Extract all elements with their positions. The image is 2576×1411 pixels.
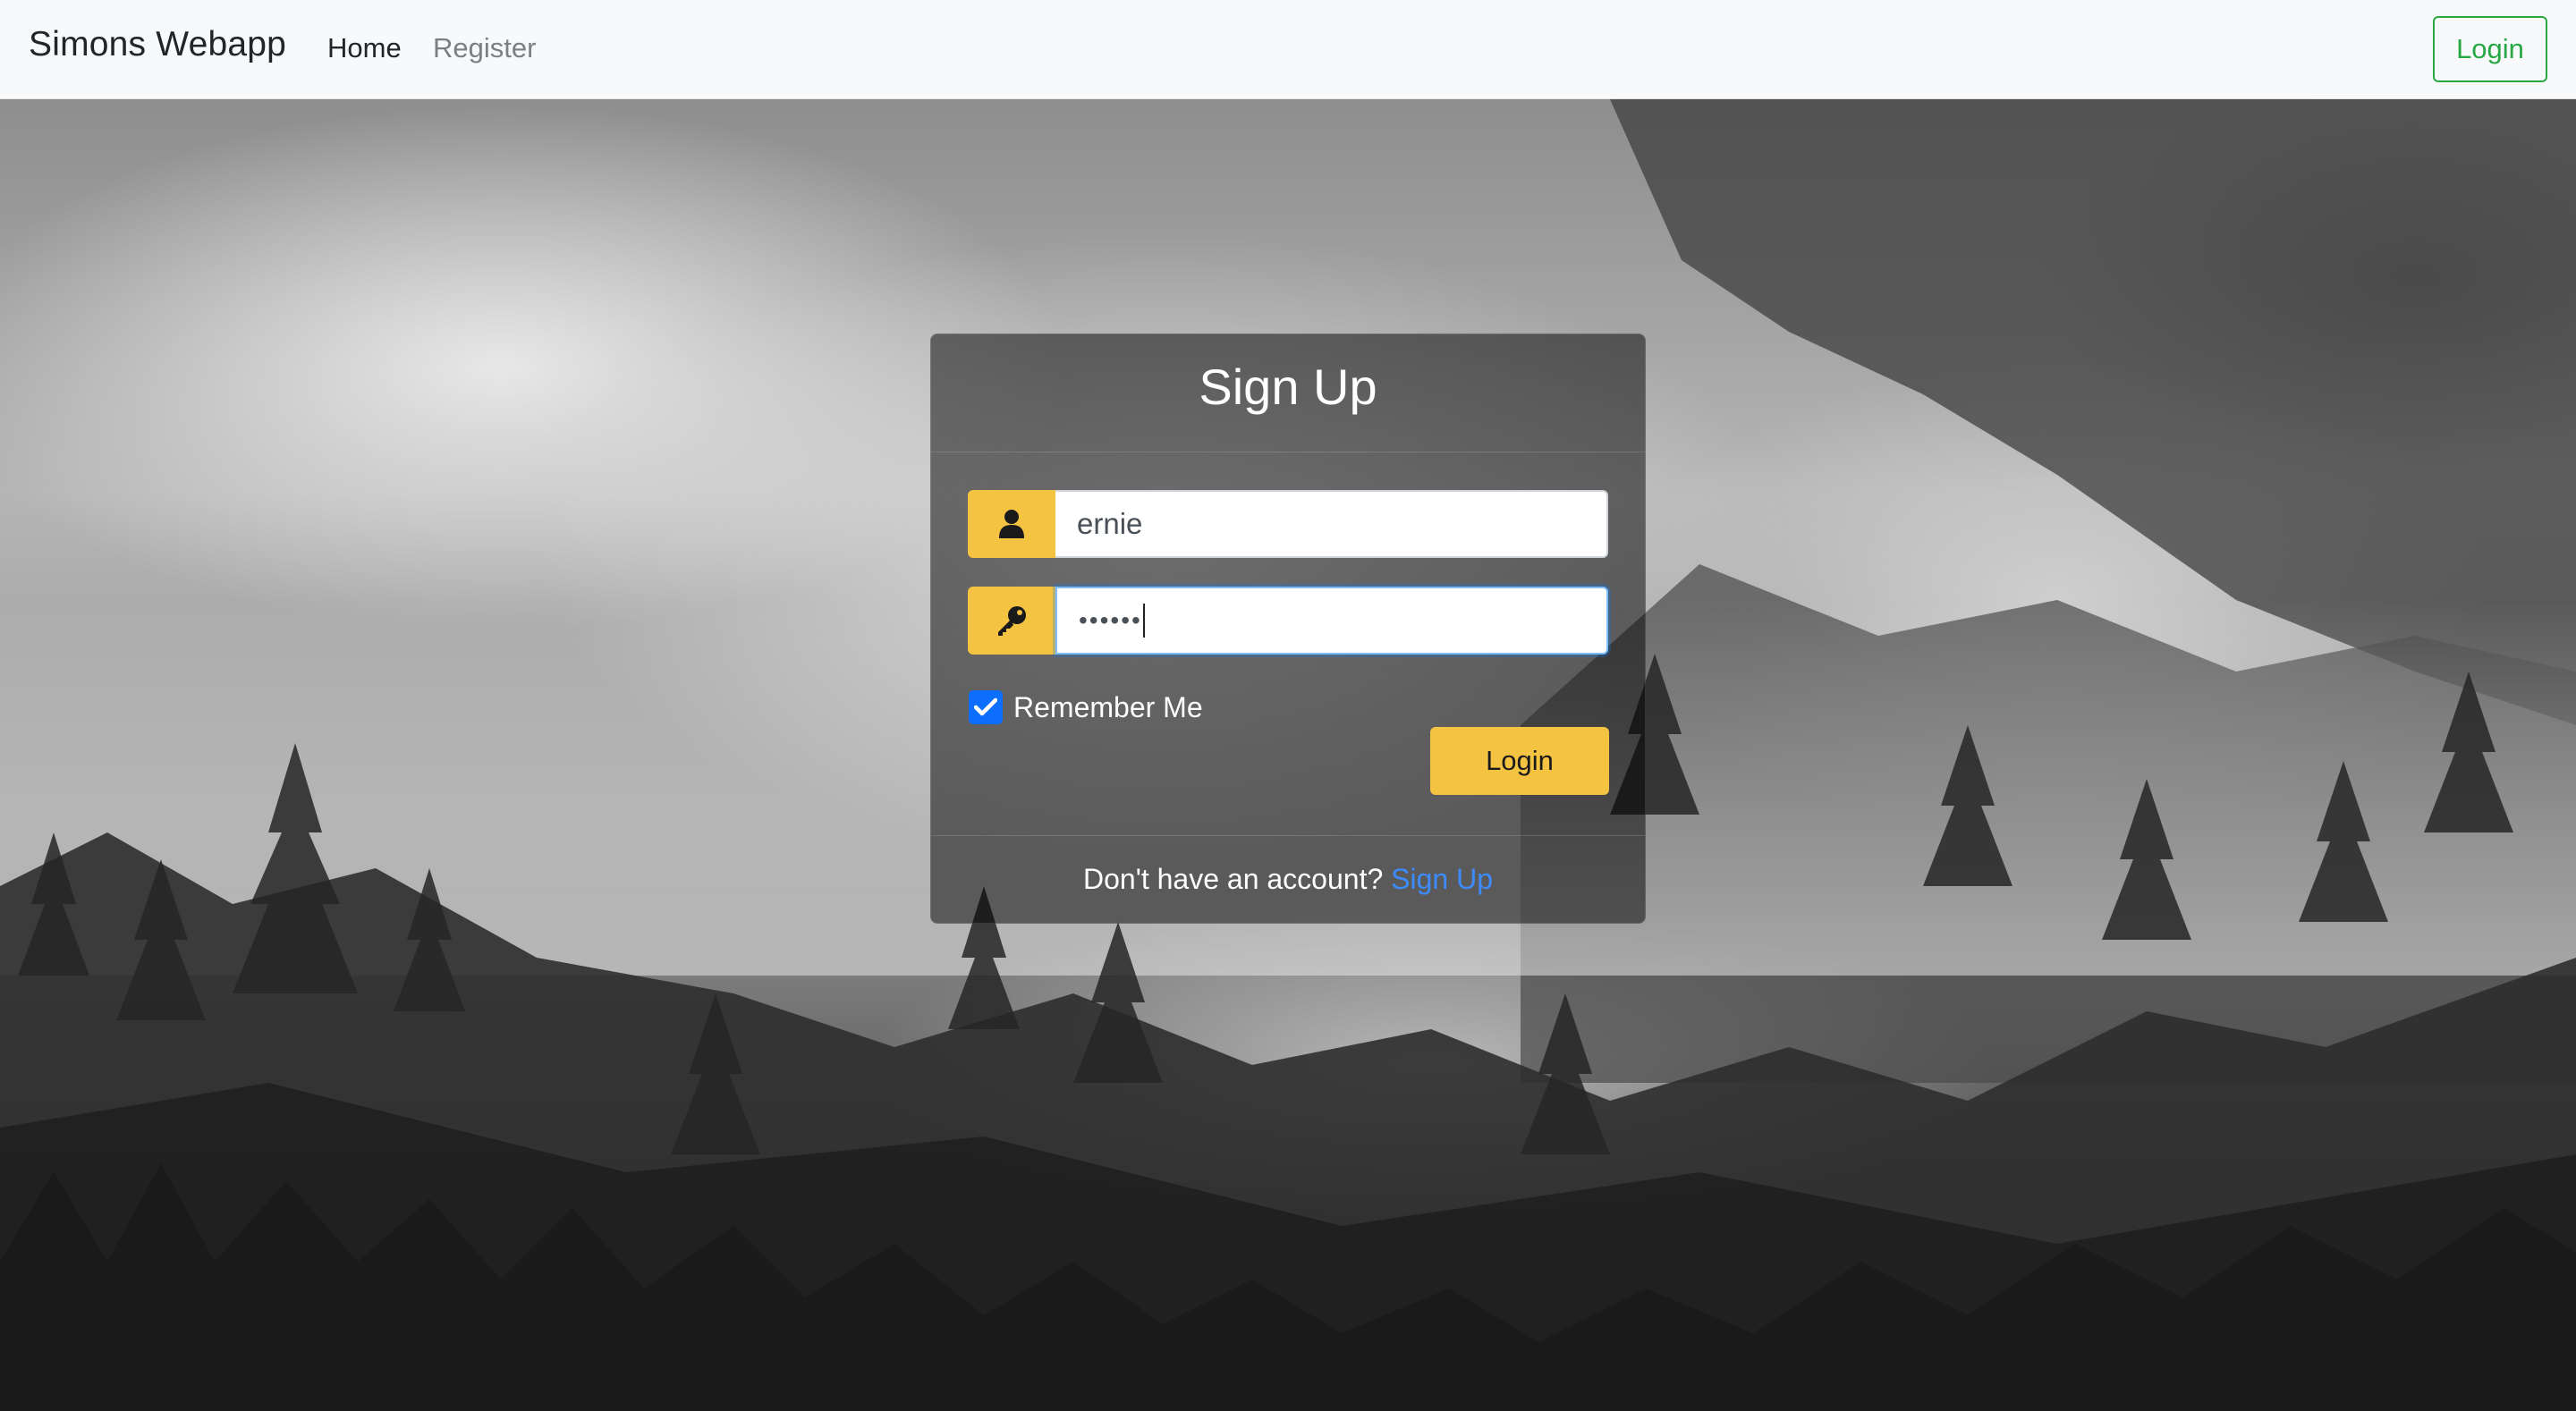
password-input-group: •••••• [968,587,1608,655]
signup-link[interactable]: Sign Up [1391,863,1493,895]
nav-link-register[interactable]: Register [433,32,536,64]
navbar-brand[interactable]: Simons Webapp [29,25,286,64]
password-input[interactable]: •••••• [1055,587,1608,655]
footer-text: Don't have an account? [1083,863,1392,895]
username-value: ernie [1077,507,1143,540]
navbar-login-button[interactable]: Login [2433,16,2547,82]
card-footer: Don't have an account? Sign Up [931,835,1645,925]
navbar: Simons Webapp Home Register Login [0,0,2576,99]
card-header: Sign Up [931,334,1645,452]
remember-me-label[interactable]: Remember Me [1013,691,1203,724]
login-card: Sign Up ernie •••••• Remember Me Login D… [930,334,1646,924]
checkmark-icon [974,697,997,716]
username-input-group: ernie [968,490,1608,558]
text-caret [1142,604,1145,638]
remember-me-checkbox[interactable] [969,690,1003,724]
user-icon [968,490,1055,558]
login-submit-button[interactable]: Login [1430,727,1609,795]
card-title: Sign Up [1199,359,1377,415]
password-masked-value: •••••• [1079,606,1142,634]
key-icon [968,587,1055,655]
username-input[interactable]: ernie [1055,490,1608,558]
remember-me: Remember Me [969,689,1203,726]
nav-link-home[interactable]: Home [327,32,402,64]
